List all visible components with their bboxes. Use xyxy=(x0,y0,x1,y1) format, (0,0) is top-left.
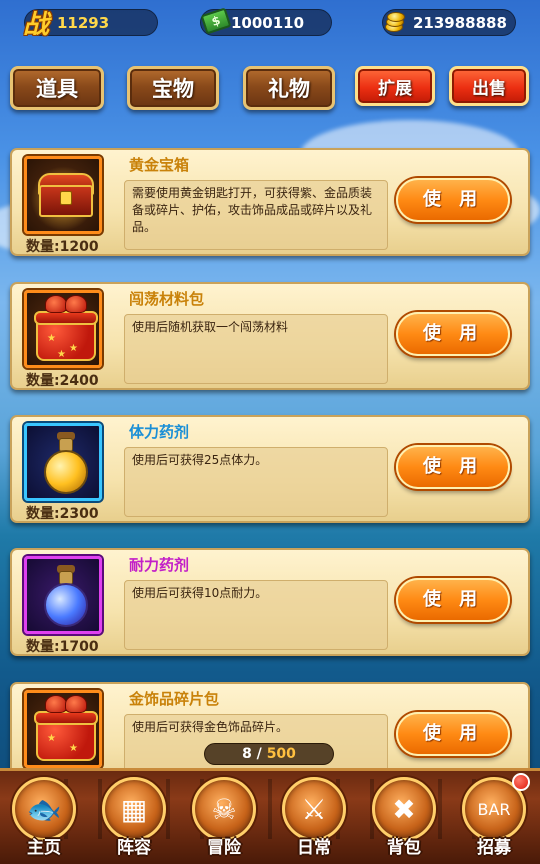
page-separator: / xyxy=(251,746,267,762)
gold-coin-icon xyxy=(383,12,407,34)
item-quantity: 数量:2300 xyxy=(26,506,99,522)
tab-gifts[interactable]: 礼物 xyxy=(243,66,335,110)
gold-value: 213988888 xyxy=(413,13,507,32)
item-description: 使用后可获得25点体力。 xyxy=(124,447,388,517)
nav-daily[interactable]: ⚔ 日常 xyxy=(276,777,352,864)
nav-recruit[interactable]: BAR 招募 xyxy=(456,773,532,864)
gold-stat: 213988888 xyxy=(382,9,516,36)
gift-box-icon[interactable]: ★ ★ xyxy=(24,690,102,768)
skull-flag-icon: ☠ xyxy=(192,777,256,841)
cash-icon xyxy=(200,7,232,35)
resource-bar: 战 11293 1000110 213988888 xyxy=(0,0,540,44)
use-button[interactable]: 使 用 xyxy=(396,312,510,356)
nav-bag[interactable]: ✖ 背包 xyxy=(366,777,442,864)
tab-treasures[interactable]: 宝物 xyxy=(127,66,219,110)
item-card: ★ ★ ★ 数量:2400 闯荡材料包 使用后随机获取一个闯荡材料 使 用 xyxy=(10,282,530,390)
item-card: 数量:2300 体力药剂 使用后可获得25点体力。 使 用 xyxy=(10,415,530,523)
cash-value: 1000110 xyxy=(231,13,305,32)
nav-label: 阵容 xyxy=(117,838,151,858)
item-quantity: 数量:2400 xyxy=(26,373,99,389)
item-quantity: 数量:1200 xyxy=(26,239,99,255)
item-card: 数量:1700 耐力药剂 使用后可获得10点耐力。 使 用 xyxy=(10,548,530,656)
nav-adventure[interactable]: ☠ 冒险 xyxy=(186,777,262,864)
bag-icon: ✖ xyxy=(372,777,436,841)
item-description: 使用后随机获取一个闯荡材料 xyxy=(124,314,388,384)
sell-button[interactable]: 出售 xyxy=(449,66,529,106)
item-name: 耐力药剂 xyxy=(129,556,190,574)
endurance-potion-icon[interactable] xyxy=(24,556,102,634)
golden-chest-icon[interactable] xyxy=(24,156,102,234)
nav-label: 冒险 xyxy=(207,838,241,858)
notification-badge xyxy=(512,773,530,791)
page-counter: 8 / 500 xyxy=(204,743,334,765)
bottom-nav: 🐟 主页 ▦ 阵容 ☠ 冒险 ⚔ 日常 ✖ 背包 BAR 招募 xyxy=(0,768,540,864)
power-icon: 战 xyxy=(23,10,50,40)
nav-label: 招募 xyxy=(477,838,511,858)
use-button[interactable]: 使 用 xyxy=(396,712,510,756)
item-name: 金饰品碎片包 xyxy=(129,690,220,708)
nav-home[interactable]: 🐟 主页 xyxy=(6,777,82,864)
nav-label: 日常 xyxy=(297,838,331,858)
cash-stat: 1000110 xyxy=(200,7,332,36)
item-name: 闯荡材料包 xyxy=(129,290,205,308)
swords-icon: ⚔ xyxy=(282,777,346,841)
nav-label: 主页 xyxy=(27,838,61,858)
item-quantity: 数量:1700 xyxy=(26,639,99,655)
page-total: 500 xyxy=(266,746,296,762)
page-current: 8 xyxy=(242,746,252,762)
gift-box-icon[interactable]: ★ ★ ★ xyxy=(24,290,102,368)
use-button[interactable]: 使 用 xyxy=(396,178,510,222)
nav-label: 背包 xyxy=(387,838,421,858)
lineup-icon: ▦ xyxy=(102,777,166,841)
item-description: 需要使用黄金钥匙打开，可获得紫、金品质装备或碎片、护佑，攻击饰品成品或碎片以及礼… xyxy=(124,180,388,250)
power-stat: 战 11293 xyxy=(23,9,158,40)
item-name: 体力药剂 xyxy=(129,423,190,441)
stamina-potion-icon[interactable] xyxy=(24,423,102,501)
nav-lineup[interactable]: ▦ 阵容 xyxy=(96,777,172,864)
power-value: 11293 xyxy=(57,13,110,32)
item-name: 黄金宝箱 xyxy=(129,156,190,174)
tab-items[interactable]: 道具 xyxy=(10,66,104,110)
expand-button[interactable]: 扩展 xyxy=(355,66,435,106)
item-description: 使用后可获得10点耐力。 xyxy=(124,580,388,650)
use-button[interactable]: 使 用 xyxy=(396,578,510,622)
use-button[interactable]: 使 用 xyxy=(396,445,510,489)
home-icon: 🐟 xyxy=(12,777,76,841)
item-card: 数量:1200 黄金宝箱 需要使用黄金钥匙打开，可获得紫、金品质装备或碎片、护佑… xyxy=(10,148,530,256)
